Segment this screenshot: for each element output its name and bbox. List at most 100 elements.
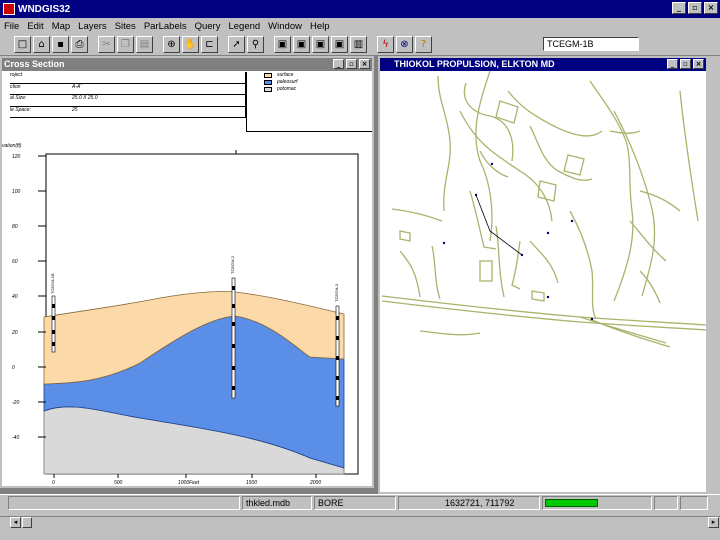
paste-icon[interactable]: ▤ — [136, 36, 153, 53]
menu-map[interactable]: Map — [52, 21, 70, 32]
menu-bar: File Edit Map Layers Sites ParLabels Que… — [0, 18, 720, 34]
stop-icon[interactable]: ⊗ — [396, 36, 413, 53]
x-tick-label: 500 — [114, 480, 123, 486]
road-network — [381, 71, 706, 348]
lightning-icon[interactable]: ϟ — [377, 36, 394, 53]
well-label: TCEGM-3 — [334, 283, 339, 302]
map-maximize-button[interactable]: ▫ — [680, 59, 691, 69]
map-titlebar[interactable]: THIOKOL PROPULSION, ELKTON MD _ ▫ × — [380, 58, 706, 71]
x-tick-label: 1000Feet — [178, 480, 200, 486]
y-tick-label: 60 — [12, 259, 18, 265]
scroll-left-icon[interactable]: ◂ — [10, 517, 21, 528]
copy-icon[interactable]: ❐ — [117, 36, 134, 53]
status-pane-coords: 1632721, 711792 — [398, 496, 540, 510]
cross-section-line — [475, 194, 523, 256]
xs-minimize-button[interactable]: _ — [333, 59, 344, 69]
cross-section-titlebar[interactable]: Cross Section _ ▫ × — [2, 58, 372, 71]
layer-icon[interactable]: ⊏ — [201, 36, 218, 53]
map-minimize-button[interactable]: _ — [667, 59, 678, 69]
close-button[interactable]: × — [704, 2, 718, 14]
info-row: roject — [10, 72, 245, 84]
right-edge — [708, 56, 720, 494]
y-tick-label: 40 — [12, 294, 18, 300]
menu-file[interactable]: File — [4, 21, 19, 32]
well-label: TCEGM-1B — [50, 273, 55, 294]
y-tick-label: -20 — [12, 400, 19, 406]
app-window: WNDGIS32 _ ▫ × File Edit Map Layers Site… — [0, 0, 720, 540]
find-icon[interactable]: ⚲ — [247, 36, 264, 53]
app-title: WNDGIS32 — [18, 3, 71, 15]
menu-sites[interactable]: Sites — [115, 21, 136, 32]
layer-select[interactable]: TCEGM-1B — [543, 37, 639, 51]
info-row: al Size: 25.0 X 25.0 — [10, 95, 245, 107]
legend-label: potomac — [277, 86, 297, 92]
menu-layers[interactable]: Layers — [78, 21, 107, 32]
menu-edit[interactable]: Edit — [27, 21, 43, 32]
zoom-icon[interactable]: ⊕ — [163, 36, 180, 53]
help-icon[interactable]: ? — [415, 36, 432, 53]
xs-close-button[interactable]: × — [359, 59, 370, 69]
legend-label: surface — [277, 72, 294, 78]
map-title: THIOKOL PROPULSION, ELKTON MD — [394, 59, 555, 69]
maximize-button[interactable]: ▫ — [688, 2, 702, 14]
scroll-right-icon[interactable]: ▸ — [708, 517, 719, 528]
pointer-icon[interactable]: ➚ — [228, 36, 245, 53]
grid4-icon[interactable]: ▣ — [331, 36, 348, 53]
status-pane-extra2 — [680, 496, 708, 510]
chart-icon[interactable]: ▥ — [350, 36, 367, 53]
open-icon[interactable]: ⌂ — [33, 36, 50, 53]
horizontal-scrollbar[interactable]: ◂ ▸ — [0, 516, 720, 528]
legend-swatch — [264, 87, 272, 92]
legend-swatch — [264, 73, 272, 78]
title-bar: WNDGIS32 _ ▫ × — [0, 0, 720, 18]
site-points — [442, 162, 594, 321]
info-value: A-A' — [72, 83, 82, 90]
grid3-icon[interactable]: ▣ — [312, 36, 329, 53]
x-tick-label: 1500 — [246, 480, 257, 486]
app-icon — [3, 3, 15, 15]
map-close-button[interactable]: × — [693, 59, 704, 69]
cut-icon[interactable]: ✂ — [98, 36, 115, 53]
legend-swatch — [264, 80, 272, 85]
info-label: le Space: — [10, 106, 31, 113]
site-map[interactable] — [380, 71, 706, 492]
status-pane-extra — [654, 496, 678, 510]
grid-icon[interactable]: ▣ — [274, 36, 291, 53]
xs-maximize-button[interactable]: ▫ — [346, 59, 357, 69]
y-tick-label: 100 — [12, 189, 21, 195]
print-icon[interactable]: ⎙ — [71, 36, 88, 53]
section-info-table: roject ction A-A' al Size: 25.0 X 25.0 le … — [10, 72, 246, 118]
menu-parlabels[interactable]: ParLabels — [144, 21, 187, 32]
pan-icon[interactable]: ✋ — [182, 36, 199, 53]
menu-legend[interactable]: Legend — [228, 21, 260, 32]
info-label: al Size: — [10, 95, 27, 101]
x-tick-label: 2000 — [309, 480, 321, 486]
info-label: ction — [10, 83, 21, 90]
minimize-button[interactable]: _ — [672, 2, 686, 14]
y-tick-label: 0 — [12, 365, 15, 371]
info-label: roject — [10, 72, 23, 78]
legend-item: potomac — [264, 86, 372, 93]
menu-query[interactable]: Query — [195, 21, 221, 32]
grid2-icon[interactable]: ▣ — [293, 36, 310, 53]
progress-fill — [545, 499, 598, 507]
status-pane-message — [8, 496, 240, 510]
well-label: TCEGM-2 — [230, 255, 235, 274]
status-pane-mode: BORE — [314, 496, 396, 510]
save-icon[interactable]: ▪ — [52, 36, 69, 53]
x-tick-label: 0 — [52, 480, 55, 486]
menu-help[interactable]: Help — [310, 21, 330, 32]
strata-legend: surface paleosurf potomac — [246, 72, 372, 132]
cross-section-chart: 120 100 80 60 40 20 0 -20 -40 0 500 1000… — [11, 150, 359, 486]
legend-label: paleosurf — [277, 79, 298, 85]
cross-section-title: Cross Section — [4, 59, 65, 69]
status-pane-database: thkled.mdb — [242, 496, 312, 510]
info-value: 25 — [72, 106, 78, 113]
menu-window[interactable]: Window — [268, 21, 302, 32]
new-icon[interactable]: □ — [14, 36, 31, 53]
scroll-thumb[interactable] — [22, 517, 32, 528]
info-row: ction A-A' — [10, 83, 245, 95]
status-pane-progress — [542, 496, 652, 510]
y-tick-label: 80 — [12, 224, 18, 230]
y-tick-label: -40 — [12, 435, 19, 441]
